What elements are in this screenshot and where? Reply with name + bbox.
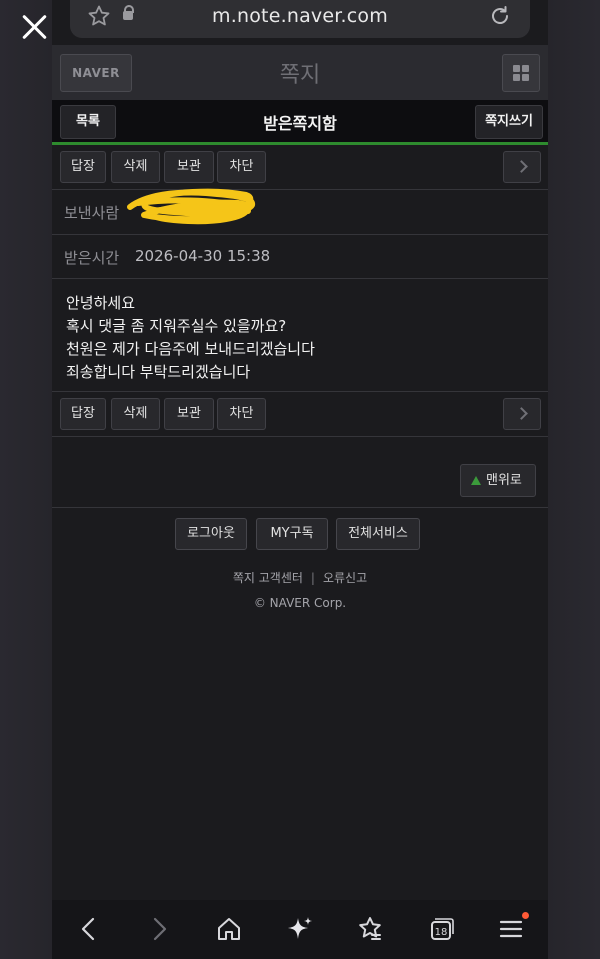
- back-icon[interactable]: [74, 914, 104, 944]
- message-line: 혹시 댓글 좀 지워주실수 있을까요?: [66, 317, 287, 335]
- sender-row: 보낸사람: [52, 188, 548, 235]
- block-button[interactable]: 차단: [217, 151, 266, 183]
- write-note-button[interactable]: 쪽지쓰기: [475, 105, 543, 139]
- home-icon[interactable]: [214, 914, 244, 944]
- arrow-up-icon: [471, 476, 481, 485]
- error-report-link[interactable]: 오류신고: [323, 571, 367, 585]
- block-button[interactable]: 차단: [217, 398, 266, 430]
- sender-label: 보낸사람: [64, 204, 120, 222]
- next-message-button[interactable]: [503, 151, 541, 183]
- reply-button[interactable]: 답장: [60, 151, 106, 183]
- browser-bottom-nav: 18: [52, 900, 548, 959]
- menu-icon[interactable]: [496, 914, 526, 944]
- close-icon[interactable]: [18, 10, 52, 44]
- message-line: 천원은 제가 다음주에 보내드리겠습니다: [66, 340, 315, 358]
- all-services-button[interactable]: 전체서비스: [336, 518, 420, 550]
- scroll-top-label: 맨위로: [486, 473, 522, 488]
- received-time: 2026-04-30 15:38: [135, 247, 271, 265]
- delete-button[interactable]: 삭제: [111, 398, 160, 430]
- message-toolbar-bottom: 답장 삭제 보관 차단: [52, 392, 548, 437]
- received-time-row: 받은시간 2026-04-30 15:38: [52, 235, 548, 279]
- my-subscribe-button[interactable]: MY구독: [256, 518, 328, 550]
- keep-button[interactable]: 보관: [164, 398, 214, 430]
- reply-button[interactable]: 답장: [60, 398, 106, 430]
- forward-icon[interactable]: [144, 914, 174, 944]
- message-line: 죄송합니다 부탁드리겠습니다: [66, 363, 251, 381]
- help-center-link[interactable]: 쪽지 고객센터: [233, 571, 303, 585]
- copyright: © NAVER Corp.: [253, 596, 347, 610]
- message-body: 안녕하세요 혹시 댓글 좀 지워주실수 있을까요? 천원은 제가 다음주에 보내…: [52, 279, 548, 392]
- footer-links: 쪽지 고객센터 | 오류신고: [52, 569, 548, 586]
- redacted-sender: [127, 188, 255, 225]
- url-text[interactable]: m.note.naver.com: [70, 5, 530, 27]
- footer-separator: |: [310, 571, 315, 585]
- next-message-button[interactable]: [503, 398, 541, 430]
- page-title: 쪽지: [279, 63, 321, 88]
- app-header: NAVER 쪽지: [52, 45, 548, 100]
- mailbox-bar: 목록 받은쪽지함 쪽지쓰기: [52, 100, 548, 145]
- logout-button[interactable]: 로그아웃: [175, 518, 247, 550]
- scroll-top-area: 맨위로: [52, 437, 548, 508]
- app-menu-button[interactable]: [502, 54, 540, 92]
- received-label: 받은시간: [64, 249, 120, 267]
- bookmarks-icon[interactable]: [355, 914, 385, 944]
- delete-button[interactable]: 삭제: [111, 151, 160, 183]
- tabs-count: 18: [435, 927, 448, 938]
- sparkle-icon[interactable]: [285, 914, 315, 944]
- keep-button[interactable]: 보관: [164, 151, 214, 183]
- scroll-top-button[interactable]: 맨위로: [460, 464, 536, 497]
- browser-address-bar[interactable]: m.note.naver.com: [70, 0, 530, 38]
- phone-screen: m.note.naver.com NAVER 쪽지 목록 받은쪽지함 쪽지쓰기 …: [52, 0, 548, 959]
- reload-icon[interactable]: [488, 4, 512, 28]
- message-line: 안녕하세요: [66, 294, 136, 312]
- mailbox-title: 받은쪽지함: [263, 114, 337, 133]
- notification-dot: [522, 912, 529, 919]
- tabs-icon[interactable]: 18: [426, 914, 456, 944]
